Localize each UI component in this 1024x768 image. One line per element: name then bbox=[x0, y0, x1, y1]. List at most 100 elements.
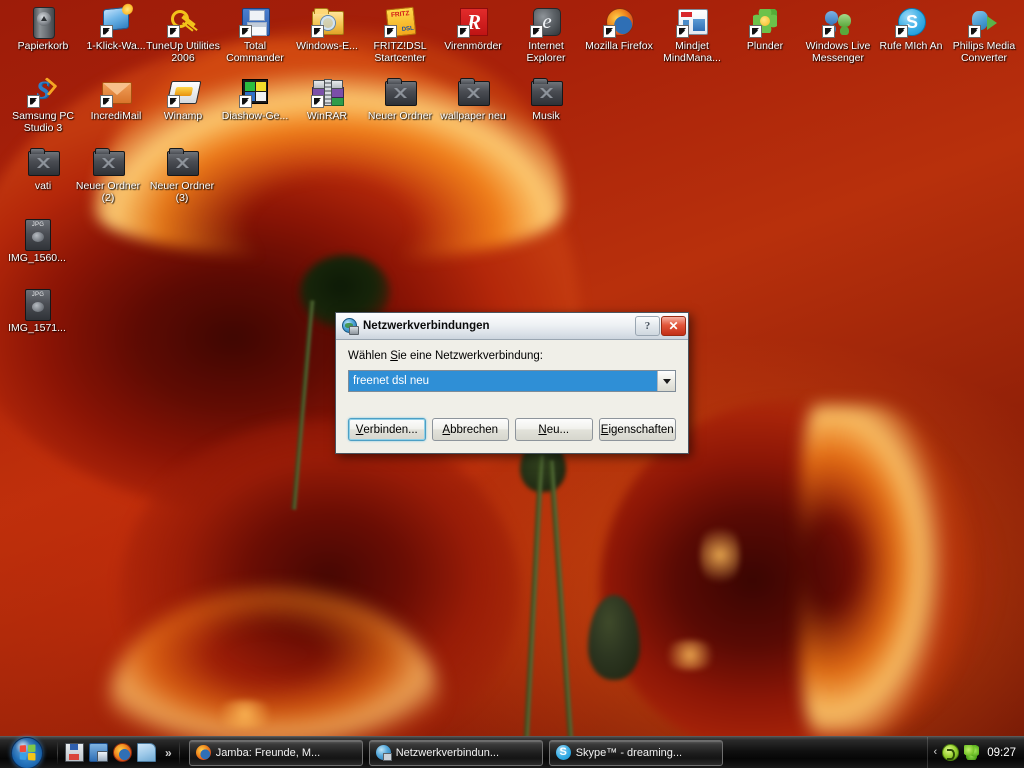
desktop-icon-label: TuneUp Utilities 2006 bbox=[146, 40, 220, 64]
fritz-dsl-icon bbox=[384, 6, 417, 38]
dialog-title: Netzwerkverbindungen bbox=[363, 320, 490, 332]
desktop-icon-philips-media-converter[interactable]: Philips Media Converter bbox=[947, 6, 1021, 64]
task-button-jamba[interactable]: Jamba: Freunde, M... bbox=[188, 739, 363, 766]
desktop-icon-rufe-mich-an[interactable]: Rufe MIch An bbox=[874, 6, 948, 53]
desktop-icon-winamp[interactable]: Winamp bbox=[146, 76, 220, 123]
desktop-icon-1-klick-wa[interactable]: 1-Klick-Wa... bbox=[79, 6, 153, 53]
connect-button[interactable]: Verbinden... bbox=[348, 418, 426, 441]
desktop-icon-label: Mozilla Firefox bbox=[585, 40, 653, 52]
dialog-titlebar[interactable]: Netzwerkverbindungen ? ✕ bbox=[336, 313, 688, 340]
desktop-icon-label: IncrediMail bbox=[90, 110, 142, 122]
desktop-icon-windows-live-messenger[interactable]: Windows Live Messenger bbox=[801, 6, 875, 64]
notes-icon[interactable] bbox=[137, 743, 156, 762]
desktop-icon-img-1571[interactable]: IMG_1571... bbox=[0, 288, 74, 335]
app-blue-icon[interactable] bbox=[89, 743, 108, 762]
desktop-icon-papierkorb[interactable]: Papierkorb bbox=[6, 6, 80, 53]
windows-logo-icon bbox=[11, 736, 43, 768]
network-status-icon[interactable] bbox=[964, 745, 980, 760]
jpg-file-icon bbox=[21, 288, 53, 321]
dialog-button-row: Verbinden... Abbrechen Neu... Eigenschaf… bbox=[348, 418, 676, 441]
connection-select-value[interactable]: freenet dsl neu bbox=[349, 371, 657, 391]
desktop-icon-label: Virenmörder bbox=[444, 40, 502, 52]
desktop-icon-label: Winamp bbox=[163, 110, 203, 122]
desktop-icon-wallpaper-neu[interactable]: wallpaper neu bbox=[436, 76, 510, 123]
taskbar-divider bbox=[57, 741, 58, 764]
desktop-icon-diashow-generator[interactable]: Diashow-Ge... bbox=[218, 76, 292, 123]
close-icon[interactable]: ✕ bbox=[661, 316, 686, 336]
task-button-label: Skype™ - dreaming... bbox=[575, 746, 683, 759]
one-click-wash-icon bbox=[100, 6, 132, 38]
task-button-label: Jamba: Freunde, M... bbox=[215, 746, 321, 759]
desktop-icon-vati[interactable]: vati bbox=[6, 146, 80, 193]
samsung-pc-studio-icon bbox=[27, 76, 59, 108]
desktop-icon-neuer-ordner[interactable]: Neuer Ordner bbox=[363, 76, 437, 123]
task-button-netzwerkverbindungen[interactable]: Netzwerkverbindun... bbox=[368, 739, 543, 766]
connection-prompt-label: Wählen Sie eine Netzwerkverbindung: bbox=[348, 350, 676, 362]
desktop-icon-label: Total Commander bbox=[226, 40, 284, 64]
desktop-icon-label: Philips Media Converter bbox=[952, 40, 1016, 64]
connection-select[interactable]: freenet dsl neu bbox=[348, 370, 676, 392]
desktop-icon-label: Plunder bbox=[746, 40, 784, 52]
desktop-icon-plunder[interactable]: Plunder bbox=[728, 6, 802, 53]
desktop-icon-total-commander[interactable]: Total Commander bbox=[218, 6, 292, 64]
start-button[interactable] bbox=[0, 736, 54, 768]
task-button-skype[interactable]: Skype™ - dreaming... bbox=[548, 739, 723, 766]
floppy-disk-icon bbox=[239, 6, 271, 38]
taskbar-divider bbox=[178, 741, 180, 764]
new-button[interactable]: Neu... bbox=[515, 418, 593, 441]
cancel-button[interactable]: Abbrechen bbox=[431, 418, 509, 441]
philips-converter-icon bbox=[968, 6, 1000, 38]
desktop-icon-mozilla-firefox[interactable]: Mozilla Firefox bbox=[582, 6, 656, 53]
winamp-icon bbox=[166, 76, 202, 108]
volume-icon[interactable] bbox=[942, 744, 960, 761]
folder-icon bbox=[27, 146, 60, 178]
desktop-icon-label: FRITZ!DSL Startcenter bbox=[373, 40, 427, 64]
skype-icon bbox=[895, 6, 927, 38]
winrar-icon bbox=[311, 76, 343, 108]
windows-explorer-icon bbox=[311, 6, 344, 38]
chevron-down-icon[interactable] bbox=[657, 371, 675, 391]
desktop-icon-tuneup-utilities[interactable]: TuneUp Utilities 2006 bbox=[146, 6, 220, 64]
desktop-icon-neuer-ordner-3[interactable]: Neuer Ordner (3) bbox=[145, 146, 219, 204]
firefox-icon[interactable] bbox=[113, 743, 132, 762]
desktop-icon-musik[interactable]: Musik bbox=[509, 76, 583, 123]
desktop-icon-samsung-pc-studio[interactable]: Samsung PC Studio 3 bbox=[6, 76, 80, 134]
desktop-icon-label: vati bbox=[34, 180, 52, 192]
desktop-icon-neuer-ordner-2[interactable]: Neuer Ordner (2) bbox=[71, 146, 145, 204]
desktop-icon-label: Neuer Ordner bbox=[367, 110, 433, 122]
desktop-icon-virenmoerder[interactable]: Virenmörder bbox=[436, 6, 510, 53]
desktop-icon-label: Neuer Ordner (3) bbox=[149, 180, 215, 204]
desktop-icon-label: Rufe MIch An bbox=[879, 40, 943, 52]
task-button-label: Netzwerkverbindun... bbox=[395, 746, 500, 759]
desktop-icon-label: Neuer Ordner (2) bbox=[75, 180, 141, 204]
folder-icon bbox=[92, 146, 125, 178]
folder-icon bbox=[457, 76, 490, 108]
tray-expand-icon[interactable]: ‹ bbox=[934, 747, 938, 758]
quick-launch-bar: » bbox=[61, 743, 176, 762]
desktop-icon-mindjet-mindmanager[interactable]: Mindjet MindMana... bbox=[655, 6, 729, 64]
save-floppy-icon[interactable] bbox=[65, 743, 84, 762]
folder-icon bbox=[384, 76, 417, 108]
desktop-icon-label: WinRAR bbox=[306, 110, 348, 122]
desktop-icon-img-1560[interactable]: IMG_1560... bbox=[0, 218, 74, 265]
taskbar-clock[interactable]: 09:27 bbox=[987, 747, 1016, 759]
task-button-list: Jamba: Freunde, M... Netzwerkverbindun..… bbox=[183, 739, 923, 766]
quicklaunch-overflow-icon[interactable]: » bbox=[165, 747, 172, 759]
connection-prompt-text: Wählen Sie eine Netzwerkverbindung: bbox=[348, 350, 543, 362]
help-button[interactable]: ? bbox=[635, 316, 660, 336]
desktop-icon-label: 1-Klick-Wa... bbox=[86, 40, 146, 52]
firefox-icon bbox=[195, 745, 211, 760]
desktop-icon-fritz-dsl-startcenter[interactable]: FRITZ!DSL Startcenter bbox=[363, 6, 437, 64]
properties-button[interactable]: Eigenschaften bbox=[598, 418, 676, 441]
avira-shield-icon bbox=[457, 6, 489, 38]
network-connections-dialog: Netzwerkverbindungen ? ✕ Wählen Sie eine… bbox=[335, 312, 689, 454]
desktop-icon-label: Samsung PC Studio 3 bbox=[12, 110, 74, 134]
desktop-icon-label: IMG_1560... bbox=[8, 252, 66, 264]
desktop-icon-windows-explorer[interactable]: Windows-E... bbox=[290, 6, 364, 53]
firefox-icon bbox=[603, 6, 635, 38]
desktop-icon-label: Internet Explorer bbox=[526, 40, 566, 64]
desktop-icon-internet-explorer[interactable]: Internet Explorer bbox=[509, 6, 583, 64]
desktop-icon-label: Diashow-Ge... bbox=[221, 110, 289, 122]
desktop-icon-incredimail[interactable]: IncrediMail bbox=[79, 76, 153, 123]
desktop-icon-winrar[interactable]: WinRAR bbox=[290, 76, 364, 123]
